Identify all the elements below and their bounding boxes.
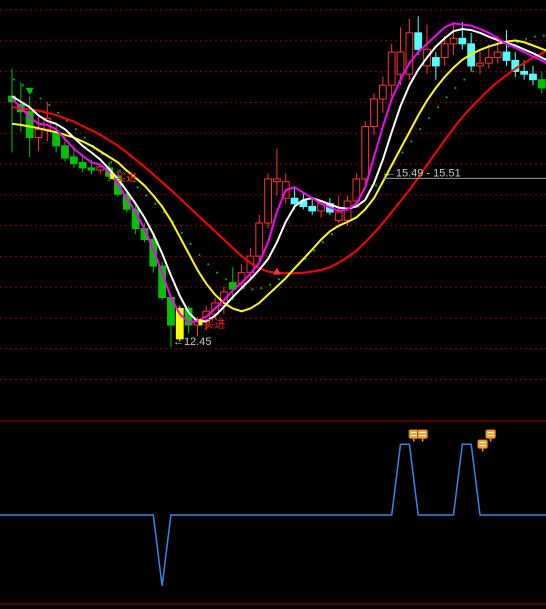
buy-flag-icon (110, 173, 115, 180)
band-dot (269, 283, 272, 286)
band-dot (74, 128, 77, 131)
band-dot (154, 202, 157, 205)
candlesticks (8, 16, 546, 348)
candle-body (255, 222, 264, 257)
band-dot (525, 37, 528, 40)
band-dot (472, 70, 475, 73)
band-dot (57, 111, 60, 114)
band-dot (224, 278, 227, 281)
candle-body (34, 128, 43, 139)
band-dot (39, 97, 42, 100)
candle-body (396, 51, 405, 75)
signal-icon (477, 439, 489, 452)
band-dot (189, 242, 192, 245)
signal-icon-body (485, 429, 497, 440)
candle-body (449, 37, 458, 45)
band-dot (542, 34, 545, 37)
candle-body (484, 57, 493, 64)
band-dot (21, 84, 24, 87)
sell-marker-icon (25, 87, 34, 95)
band-dot (533, 35, 536, 38)
buy-label: 买进 (115, 171, 137, 184)
candle-body (308, 206, 317, 212)
indicator-line (0, 443, 546, 586)
band-dot (463, 78, 466, 81)
candle-body (370, 98, 378, 128)
band-dot (198, 254, 201, 257)
signal-icon-body (417, 429, 429, 440)
candle-body (493, 51, 502, 59)
ma-line-yellow (11, 39, 546, 313)
band-dot (207, 263, 210, 266)
price-label: ←12.45 (173, 336, 212, 348)
candle-body (334, 211, 343, 221)
indicator-panel (0, 429, 546, 586)
buy-marker-icon (272, 267, 281, 275)
band-dot (410, 140, 413, 143)
candle-body (78, 161, 87, 169)
band-dot (13, 78, 15, 81)
candle-body (387, 51, 396, 86)
ma-line-magenta (11, 22, 546, 324)
band-dot (48, 104, 51, 107)
candle-body (69, 156, 78, 164)
candle-body (378, 84, 387, 100)
band-dot (454, 86, 457, 89)
band-dot (145, 194, 148, 197)
band-dot (445, 96, 448, 99)
candle-body (52, 131, 61, 147)
candle-body (361, 126, 370, 180)
candle-body (440, 43, 449, 59)
candle-body (458, 37, 467, 45)
band-dot (375, 184, 378, 187)
band-dot (401, 151, 404, 154)
band-dot (110, 161, 113, 164)
candle-body (290, 197, 299, 205)
band-dot (436, 106, 439, 109)
ma-line-white (11, 27, 546, 323)
price-gridlines (0, 9, 546, 381)
band-dot (419, 128, 422, 131)
band-dot (216, 271, 219, 274)
buy-flag-icon (198, 319, 203, 326)
panel-divider (0, 420, 546, 605)
candle-body (476, 62, 484, 67)
candle-body (414, 32, 423, 50)
candle-body (502, 51, 511, 61)
band-dot (313, 249, 316, 252)
band-dot (260, 287, 263, 290)
candle-body (529, 73, 537, 81)
band-dot (136, 186, 139, 189)
price-label: ←15.49 - 15.51 (385, 167, 461, 179)
candle-body (520, 70, 529, 75)
band-dot (428, 117, 431, 120)
signal-icon (417, 429, 429, 442)
band-dot (277, 278, 280, 281)
candle-body (537, 79, 546, 89)
band-dot (83, 136, 86, 139)
candle-body (61, 145, 69, 159)
moving-average-lines (11, 22, 546, 324)
candle-body (87, 167, 96, 171)
band-dot (180, 231, 183, 234)
buy-label: 买进 (203, 317, 225, 330)
signal-icon-body (477, 439, 489, 450)
band-dot (251, 288, 254, 291)
candle-body (273, 178, 281, 183)
stock-chart: ←12.45←15.49 - 15.51买进买进 (0, 9, 546, 605)
band-dot (330, 233, 333, 236)
candle-body (431, 57, 440, 67)
candle-body (264, 178, 272, 224)
band-dot (322, 241, 325, 244)
